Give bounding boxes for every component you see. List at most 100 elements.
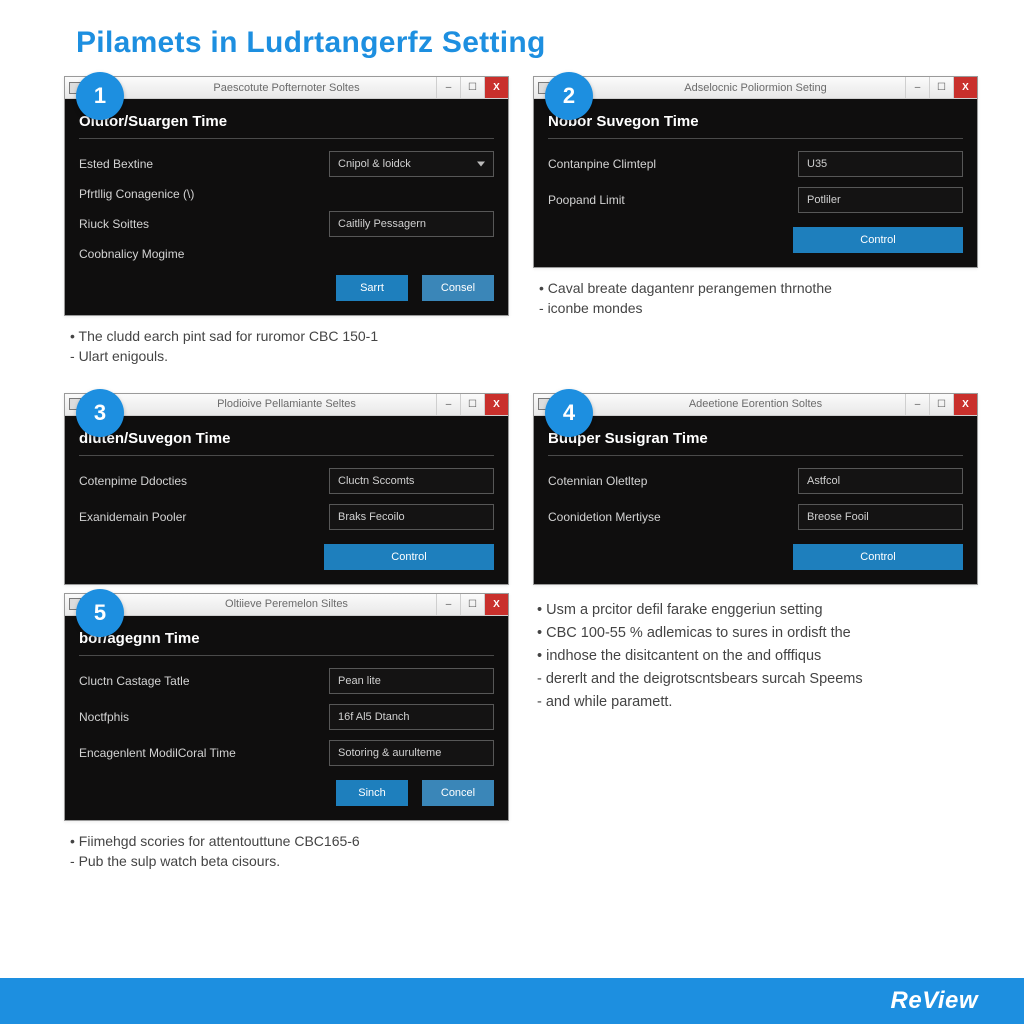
- note-line: dererlt and the deigrotscntsbears surcah…: [537, 668, 974, 691]
- text-field[interactable]: Breose Fooil: [798, 504, 963, 530]
- form-row: Noctfphis16f Al5 Dtanch: [79, 704, 494, 730]
- caption-line: Caval breate dagantenr perangemen thrnot…: [539, 278, 972, 298]
- caption-line: Pub the sulp watch beta cisours.: [70, 851, 503, 871]
- field-label: Exanidemain Pooler: [79, 510, 329, 524]
- side-notes: Usm a prcitor defil farake enggeriun set…: [533, 593, 978, 890]
- form-row: Poopand LimitPotliler: [548, 187, 963, 213]
- form-row: Exanidemain PoolerBraks Fecoilo: [79, 504, 494, 530]
- minimize-button[interactable]: –: [436, 77, 460, 98]
- window-controls: –☐X: [436, 594, 508, 615]
- dialog-window: Adselocnic Poliormion Seting–☐X Nobor Suv…: [533, 76, 978, 268]
- dialog-client: Buuper Susigran Time Cotennian OletltepAs…: [534, 416, 977, 584]
- close-button[interactable]: X: [484, 394, 508, 415]
- minimize-button[interactable]: –: [436, 394, 460, 415]
- titlebar[interactable]: Adselocnic Poliormion Seting–☐X: [534, 77, 977, 99]
- form-row: Cluctn Castage TatlePean lite: [79, 668, 494, 694]
- caption-line: Ulart enigouls.: [70, 346, 503, 366]
- maximize-button[interactable]: ☐: [460, 594, 484, 615]
- dialog-client: Olutor/Suargen TimeEsted BextineCnipol &…: [65, 99, 508, 315]
- field-label: Ested Bextine: [79, 157, 329, 171]
- page-title: Pilamets in Ludrtangerfz Setting: [0, 0, 1024, 76]
- close-button[interactable]: X: [953, 77, 977, 98]
- control-button[interactable]: Control: [793, 227, 963, 253]
- field-label: Cotenpime Ddocties: [79, 474, 329, 488]
- window-controls: –☐X: [436, 77, 508, 98]
- field-label: Encagenlent ModilCoral Time: [79, 746, 329, 760]
- field-label: Noctfphis: [79, 710, 329, 724]
- text-field[interactable]: Cluctn Sccomts: [329, 468, 494, 494]
- maximize-button[interactable]: ☐: [460, 394, 484, 415]
- section-heading: Nobor Suvegon Time: [548, 109, 963, 139]
- titlebar[interactable]: Adeetione Eorention Soltes–☐X: [534, 394, 977, 416]
- control-button[interactable]: Control: [324, 544, 494, 570]
- form-row: Ested BextineCnipol & loidck: [79, 151, 494, 177]
- note-line: and while paramett.: [537, 691, 974, 714]
- field-label: Contanpine Climtepl: [548, 157, 798, 171]
- minimize-button[interactable]: –: [436, 594, 460, 615]
- window-controls: –☐X: [905, 394, 977, 415]
- titlebar[interactable]: Paescotute Pofternoter Soltes–☐X: [65, 77, 508, 99]
- field-label: Coobnalicy Mogime: [79, 247, 494, 261]
- step-badge: 2: [545, 72, 593, 120]
- text-field[interactable]: Sotoring & aurulteme: [329, 740, 494, 766]
- titlebar[interactable]: Oltiieve Peremelon Siltes–☐X: [65, 594, 508, 616]
- window-controls: –☐X: [436, 394, 508, 415]
- step-1: 1Paescotute Pofternoter Soltes–☐XOlutor/…: [64, 76, 509, 385]
- field-label: Cluctn Castage Tatle: [79, 674, 329, 688]
- text-field[interactable]: Pean lite: [329, 668, 494, 694]
- minimize-button[interactable]: –: [905, 394, 929, 415]
- minimize-button[interactable]: –: [905, 77, 929, 98]
- step-caption: Caval breate dagantenr perangemen thrnot…: [533, 268, 978, 337]
- form-row: Encagenlent ModilCoral TimeSotoring & au…: [79, 740, 494, 766]
- form-row: Riuck SoittesCaitlily Pessagern: [79, 211, 494, 237]
- form-row: Cotenpime DdoctiesCluctn Sccomts: [79, 468, 494, 494]
- field-label: Poopand Limit: [548, 193, 798, 207]
- concel-button[interactable]: Concel: [422, 780, 494, 806]
- button-row: Control: [79, 544, 494, 570]
- maximize-button[interactable]: ☐: [929, 77, 953, 98]
- button-row: Control: [548, 227, 963, 253]
- step-3: 3Plodioive Pellamiante Seltes–☐Xdluten/S…: [64, 393, 509, 585]
- step-badge: 3: [76, 389, 124, 437]
- step-badge: 4: [545, 389, 593, 437]
- button-row: Sinch Concel: [79, 780, 494, 806]
- sarrt-button[interactable]: Sarrt: [336, 275, 408, 301]
- button-row: Sarrt Consel: [79, 275, 494, 301]
- titlebar[interactable]: Plodioive Pellamiante Seltes–☐X: [65, 394, 508, 416]
- close-button[interactable]: X: [953, 394, 977, 415]
- dialog-window: Plodioive Pellamiante Seltes–☐Xdluten/Su…: [64, 393, 509, 585]
- close-button[interactable]: X: [484, 594, 508, 615]
- form-row: Pfrtllig Conagenice (\): [79, 187, 494, 201]
- close-button[interactable]: X: [484, 77, 508, 98]
- text-field[interactable]: U35: [798, 151, 963, 177]
- field-label: Coonidetion Mertiyse: [548, 510, 798, 524]
- section-heading: Buuper Susigran Time: [548, 426, 963, 456]
- footer-logo: ReView: [891, 987, 978, 1015]
- caption-line: iconbe mondes: [539, 298, 972, 318]
- dialog-window: Paescotute Pofternoter Soltes–☐XOlutor/S…: [64, 76, 509, 316]
- consel-button[interactable]: Consel: [422, 275, 494, 301]
- step-badge: 1: [76, 72, 124, 120]
- maximize-button[interactable]: ☐: [460, 77, 484, 98]
- control-button[interactable]: Control: [793, 544, 963, 570]
- footer-bar: ReView: [0, 978, 1024, 1024]
- step-caption: The cludd earch pint sad for ruromor CBC…: [64, 316, 509, 385]
- text-field[interactable]: Astfcol: [798, 468, 963, 494]
- text-field[interactable]: Braks Fecoilo: [329, 504, 494, 530]
- text-field[interactable]: Potliler: [798, 187, 963, 213]
- form-row: Cotennian OletltepAstfcol: [548, 468, 963, 494]
- note-line: indhose the disitcantent on the and offf…: [537, 645, 974, 668]
- text-field[interactable]: Caitlily Pessagern: [329, 211, 494, 237]
- maximize-button[interactable]: ☐: [929, 394, 953, 415]
- dropdown-field[interactable]: Cnipol & loidck: [329, 151, 494, 177]
- step-5: 5Oltiieve Peremelon Siltes–☐Xbor/agegnn …: [64, 593, 509, 890]
- text-field[interactable]: 16f Al5 Dtanch: [329, 704, 494, 730]
- window-controls: –☐X: [905, 77, 977, 98]
- button-row: Control: [548, 544, 963, 570]
- dialog-client: dluten/Suvegon TimeCotenpime DdoctiesClu…: [65, 416, 508, 584]
- dialog-window: Adeetione Eorention Soltes–☐XBuuper Susi…: [533, 393, 978, 585]
- sinch-button[interactable]: Sinch: [336, 780, 408, 806]
- caption-line: The cludd earch pint sad for ruromor CBC…: [70, 326, 503, 346]
- step-badge: 5: [76, 589, 124, 637]
- note-line: CBC 100-55 % adlemicas to sures in ordis…: [537, 622, 974, 645]
